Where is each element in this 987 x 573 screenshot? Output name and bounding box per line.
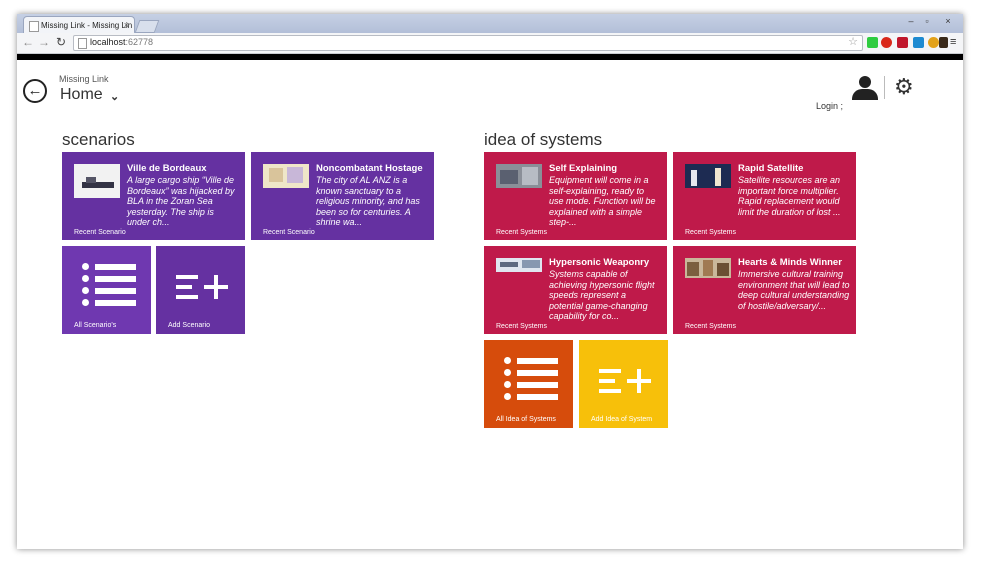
address-bar[interactable]: localhost:62778 ☆ <box>73 35 863 51</box>
new-tab-button[interactable] <box>134 20 160 33</box>
add-scenario-tile[interactable]: Add Scenario <box>156 246 245 334</box>
list-icon <box>82 263 138 307</box>
tile-title: Hearts & Minds Winner <box>738 257 842 268</box>
extension-plus-icon[interactable] <box>897 37 908 48</box>
tile-title: Self Explaining <box>549 163 618 174</box>
tile-label: Add Scenario <box>168 322 211 329</box>
app-name: Missing Link <box>59 74 109 84</box>
systems-heading: idea of systems <box>484 130 603 149</box>
chevron-down-icon[interactable]: ⌄ <box>110 90 119 103</box>
tile-footer: Recent Systems <box>496 323 547 330</box>
tile-title: Noncombatant Hostage <box>316 163 423 174</box>
page-title[interactable]: Home <box>60 86 103 104</box>
system-thumbnail <box>496 258 542 272</box>
recent-scenario-tile[interactable]: Ville de Bordeaux A large cargo ship “Vi… <box>62 152 245 240</box>
tile-footer: Recent Scenario <box>74 229 126 236</box>
tile-title: Ville de Bordeaux <box>127 163 207 174</box>
tile-footer: Recent Systems <box>685 229 736 236</box>
system-thumbnail <box>685 258 731 278</box>
system-thumbnail <box>496 164 542 188</box>
tab-close-icon[interactable]: × <box>124 17 129 34</box>
browser-toolbar: ← → ↻ localhost:62778 ☆ ≡ <box>17 33 963 67</box>
minimize-button[interactable]: – <box>904 16 918 26</box>
tile-title: Rapid Satellite <box>738 163 804 174</box>
tile-description: Systems capable of achieving hypersonic … <box>549 269 655 321</box>
scenario-thumbnail <box>74 164 120 198</box>
header-divider <box>884 76 885 99</box>
title-bar: Missing Link - Missing Lin × – ▫ × <box>17 14 963 34</box>
page-favicon-icon <box>29 21 39 32</box>
tile-footer: Recent Systems <box>685 323 736 330</box>
login-link[interactable]: Login ; <box>816 101 843 111</box>
bookmark-star-icon[interactable]: ☆ <box>848 35 858 48</box>
page-icon <box>78 38 87 49</box>
tile-description: Immersive cultural training environment … <box>738 269 850 311</box>
add-list-icon <box>176 274 228 300</box>
all-scenarios-tile[interactable]: All Scenario's <box>62 246 151 334</box>
reload-icon[interactable]: ↻ <box>54 35 68 49</box>
tile-label: Add Idea of System <box>591 416 653 423</box>
browser-menu-icon[interactable]: ≡ <box>950 36 956 48</box>
scenarios-heading: scenarios <box>62 130 135 149</box>
list-icon <box>504 357 560 401</box>
tile-description: Satellite resources are an important for… <box>738 175 841 217</box>
extension-bowl-icon[interactable] <box>928 37 939 48</box>
recent-system-tile[interactable]: Self Explaining Equipment will come in a… <box>484 152 667 240</box>
tile-description: A large cargo ship “Ville de Bordeaux” w… <box>127 175 235 227</box>
tile-label: All Scenario's <box>74 322 117 329</box>
extension-opera-icon[interactable] <box>881 37 892 48</box>
app-content: ← Missing Link Home ⌄ ⚙ Login ; scenario… <box>17 60 963 549</box>
tile-title: Hypersonic Weaponry <box>549 257 650 268</box>
gear-icon[interactable]: ⚙ <box>894 76 914 98</box>
tile-label: All Idea of Systems <box>496 416 556 423</box>
close-window-button[interactable]: × <box>941 16 955 26</box>
browser-tab[interactable]: Missing Link - Missing Lin × <box>23 16 135 34</box>
recent-system-tile[interactable]: Hearts & Minds Winner Immersive cultural… <box>673 246 856 334</box>
add-system-tile[interactable]: Add Idea of System <box>579 340 668 428</box>
user-icon[interactable] <box>852 76 878 100</box>
extension-k-icon[interactable] <box>913 37 924 48</box>
maximize-button[interactable]: ▫ <box>920 16 934 26</box>
tile-footer: Recent Scenario <box>263 229 315 236</box>
recent-system-tile[interactable]: Hypersonic Weaponry Systems capable of a… <box>484 246 667 334</box>
all-systems-tile[interactable]: All Idea of Systems <box>484 340 573 428</box>
extension-mask-icon[interactable] <box>939 37 948 48</box>
browser-forward-icon[interactable]: → <box>37 35 51 49</box>
add-list-icon <box>599 368 651 394</box>
tab-title: Missing Link - Missing Lin <box>41 21 133 30</box>
extension-download-icon[interactable] <box>867 37 878 48</box>
browser-window: Missing Link - Missing Lin × – ▫ × ← → ↻… <box>17 14 963 549</box>
tile-footer: Recent Systems <box>496 229 547 236</box>
recent-system-tile[interactable]: Rapid Satellite Satellite resources are … <box>673 152 856 240</box>
recent-scenario-tile[interactable]: Noncombatant Hostage The city of AL ANZ … <box>251 152 434 240</box>
system-thumbnail <box>685 164 731 188</box>
url-text: localhost:62778 <box>90 37 154 47</box>
tile-description: Equipment will come in a self-explaining… <box>549 175 656 227</box>
back-arrow-circle-icon[interactable]: ← <box>23 79 47 103</box>
scenario-thumbnail <box>263 164 309 188</box>
browser-back-icon[interactable]: ← <box>21 35 35 49</box>
tile-description: The city of AL ANZ is a known sanctuary … <box>316 175 420 227</box>
